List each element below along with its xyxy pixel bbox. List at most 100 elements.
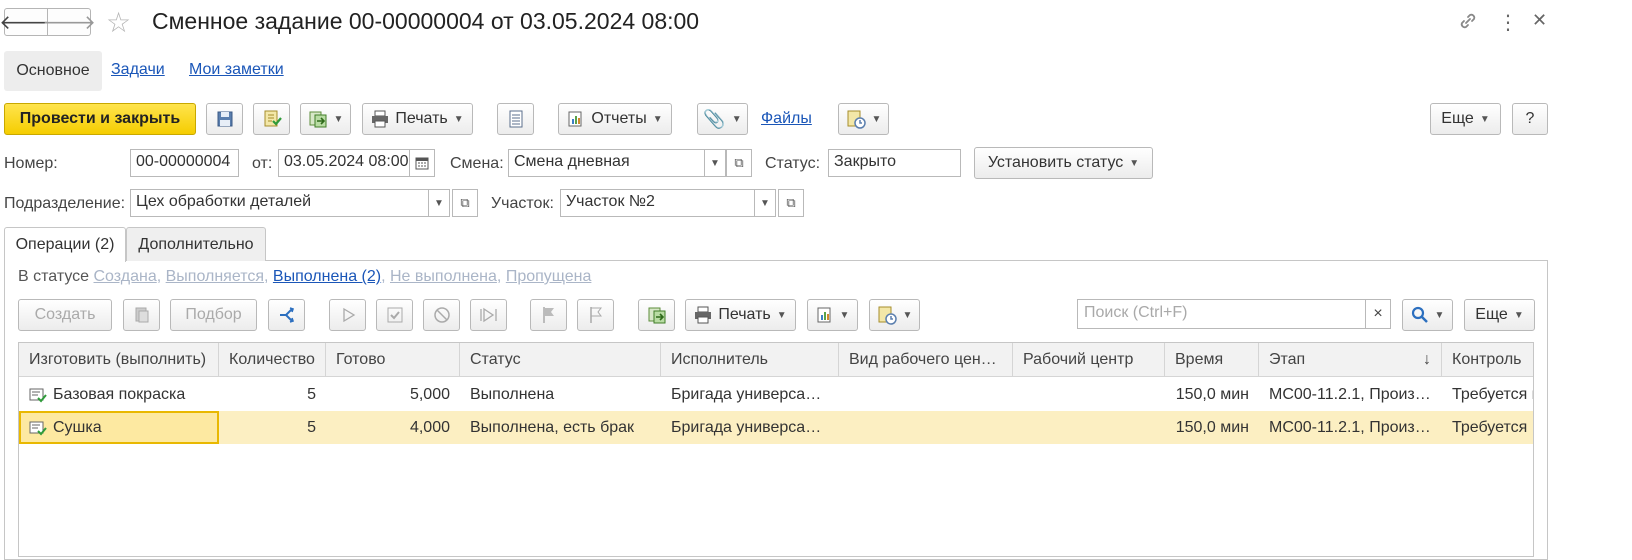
set-status-button[interactable]: Установить статус ▼	[974, 147, 1153, 179]
help-button[interactable]: ?	[1512, 103, 1548, 135]
division-field[interactable]: Цех обработки деталей	[130, 189, 429, 217]
flag-button[interactable]	[530, 299, 567, 331]
link-icon[interactable]	[1457, 10, 1479, 38]
start-button[interactable]	[329, 299, 366, 331]
search-input[interactable]: Поиск (Ctrl+F)	[1077, 299, 1366, 329]
filter-not-done[interactable]: Не выполнена	[390, 268, 497, 285]
printer-icon	[695, 306, 712, 324]
division-dropdown[interactable]: ▼	[428, 189, 450, 217]
col-ready[interactable]: Готово	[326, 343, 460, 377]
filter-done[interactable]: Выполнена (2)	[273, 268, 381, 285]
print-button[interactable]: Печать ▼	[362, 103, 473, 135]
shift-field[interactable]: Смена дневная	[508, 149, 705, 177]
section-field[interactable]: Участок №2	[560, 189, 755, 217]
star-icon[interactable]: ☆	[106, 6, 131, 39]
create-based-on-button[interactable]: ▼	[300, 103, 351, 135]
skip-button[interactable]	[470, 299, 507, 331]
table-row[interactable]: Базовая покраска 5 5,000 Выполнена Брига…	[19, 378, 1533, 411]
cell-time: 150,0 мин	[1175, 419, 1249, 436]
table-create-based-on-button[interactable]	[638, 299, 675, 331]
search-button[interactable]: ▼	[1402, 299, 1453, 331]
cancel-circle-icon	[433, 307, 450, 323]
section-open-button[interactable]: ⧉	[778, 189, 804, 217]
save-icon	[217, 111, 232, 127]
chevron-down-icon: ▼	[453, 113, 464, 125]
files-link[interactable]: Файлы	[761, 110, 812, 128]
create-based-on-icon	[648, 307, 665, 324]
shift-dropdown[interactable]: ▼	[704, 149, 726, 177]
pick-button[interactable]: Подбор	[170, 299, 257, 331]
post-and-close-button[interactable]: Провести и закрыть	[4, 103, 196, 135]
col-product[interactable]: Изготовить (выполнить)	[19, 343, 219, 377]
nav-tasks[interactable]: Задачи	[111, 61, 165, 79]
col-wc-type[interactable]: Вид рабочего цен…	[839, 343, 1013, 377]
additional-actions-button[interactable]: ▼	[838, 103, 889, 135]
operation-done-icon	[29, 421, 47, 436]
post-document-icon	[264, 110, 282, 127]
skip-icon	[479, 307, 497, 323]
attachments-button[interactable]: 📎 ▼	[697, 103, 748, 135]
cell-wc-type	[839, 378, 1013, 411]
section-dropdown[interactable]: ▼	[754, 189, 776, 217]
division-label: Подразделение:	[4, 195, 126, 212]
copy-icon	[135, 307, 148, 323]
search-clear-button[interactable]: ×	[1365, 299, 1391, 329]
flag-outline-button[interactable]	[577, 299, 614, 331]
reports-label: Отчеты	[591, 110, 647, 127]
chevron-down-icon: ▼	[333, 113, 344, 125]
division-open-button[interactable]: ⧉	[452, 189, 478, 217]
shift-open-button[interactable]: ⧉	[726, 149, 752, 177]
chevron-down-icon: ▼	[1434, 309, 1445, 321]
table-print-label: Печать	[718, 306, 771, 323]
create-based-on-icon	[309, 111, 327, 128]
date-field[interactable]: 03.05.2024 08:00	[278, 149, 410, 177]
route-button[interactable]	[268, 299, 305, 331]
create-label: Создать	[34, 306, 96, 323]
share-branch-icon	[279, 307, 294, 323]
table-more-button[interactable]: Еще ▼	[1464, 299, 1535, 331]
structure-button[interactable]	[497, 103, 534, 135]
close-icon[interactable]: ✕	[1532, 10, 1547, 31]
table-actions-button[interactable]: ▼	[869, 299, 920, 331]
col-quantity[interactable]: Количество	[219, 343, 326, 377]
cell-product: Сушка	[19, 411, 219, 444]
open-icon: ⧉	[786, 195, 796, 210]
status-field: Закрыто	[828, 149, 961, 177]
save-button[interactable]	[206, 103, 243, 135]
forward-button[interactable]: 🡒	[42, 8, 96, 36]
post-and-close-label: Провести и закрыть	[19, 110, 181, 127]
complete-button[interactable]	[376, 299, 413, 331]
kebab-menu-icon[interactable]: ⋮	[1498, 10, 1518, 35]
chevron-down-icon: ▼	[1479, 113, 1490, 125]
number-field[interactable]: 00-00000004	[130, 149, 239, 177]
col-time[interactable]: Время	[1165, 343, 1259, 377]
cell-work-center	[1013, 378, 1165, 411]
col-status[interactable]: Статус	[460, 343, 661, 377]
table-print-button[interactable]: Печать ▼	[685, 299, 796, 331]
filter-in-progress[interactable]: Выполняется	[166, 268, 264, 285]
reports-button[interactable]: Отчеты ▼	[558, 103, 672, 135]
table-reports-button[interactable]: ▼	[807, 299, 858, 331]
nav-notes[interactable]: Мои заметки	[189, 61, 284, 79]
col-stage[interactable]: Этап ↓	[1259, 343, 1442, 377]
tab-additional[interactable]: Дополнительно	[126, 227, 266, 261]
cancel-button[interactable]	[423, 299, 460, 331]
create-button[interactable]: Создать	[18, 299, 112, 331]
filter-skipped[interactable]: Пропущена	[506, 268, 592, 285]
nav-main[interactable]: Основное	[4, 51, 102, 91]
post-button[interactable]	[253, 103, 290, 135]
calendar-button[interactable]	[409, 149, 435, 177]
table-row[interactable]: Сушка 5 4,000 Выполнена, есть брак Брига…	[19, 411, 1533, 444]
col-executor[interactable]: Исполнитель	[661, 343, 839, 377]
cell-work-center	[1013, 411, 1165, 444]
col-work-center[interactable]: Рабочий центр	[1013, 343, 1165, 377]
sort-down-icon: ↓	[1423, 351, 1431, 368]
report-icon	[568, 111, 582, 127]
tab-operations[interactable]: Операции (2)	[4, 227, 126, 262]
chevron-down-icon: ▼	[871, 113, 882, 125]
copy-button[interactable]	[123, 299, 160, 331]
filter-created[interactable]: Создана	[94, 268, 157, 285]
nav-main-label: Основное	[16, 62, 90, 79]
col-control[interactable]: Контроль	[1442, 343, 1533, 377]
more-button[interactable]: Еще ▼	[1430, 103, 1501, 135]
